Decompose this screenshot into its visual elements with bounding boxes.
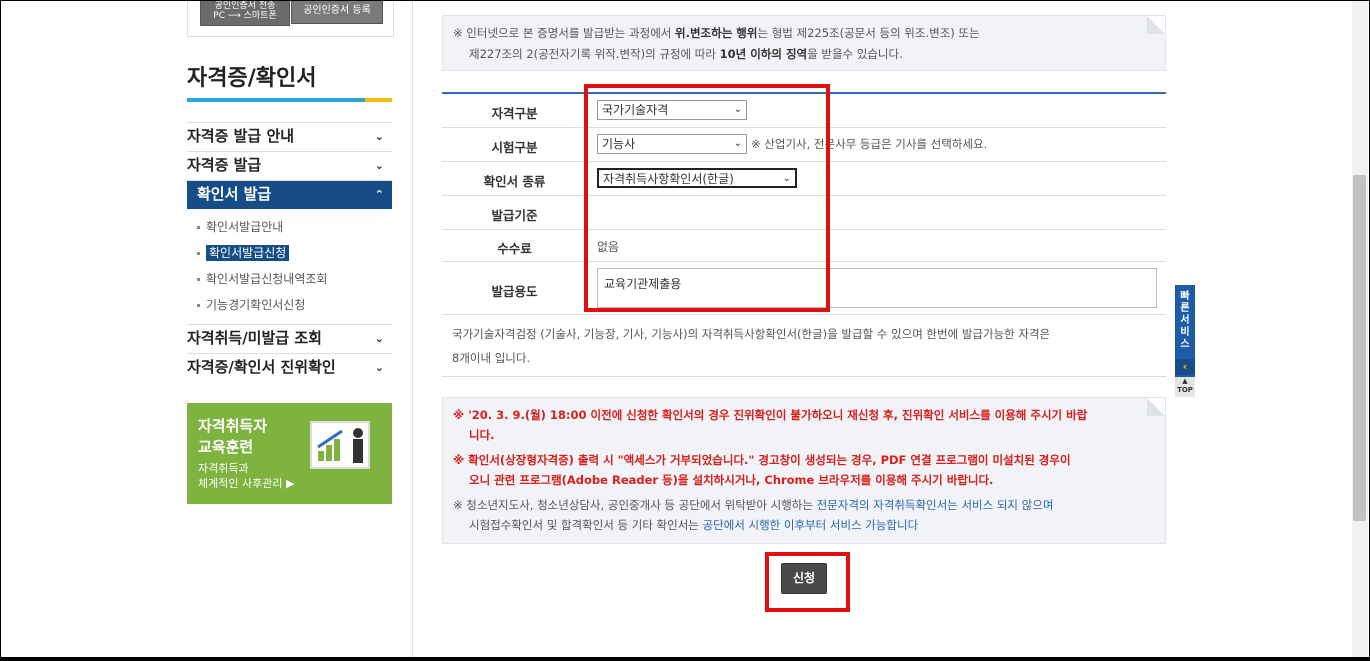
window-frame	[0, 0, 1370, 661]
bottom-edge	[0, 657, 1370, 661]
